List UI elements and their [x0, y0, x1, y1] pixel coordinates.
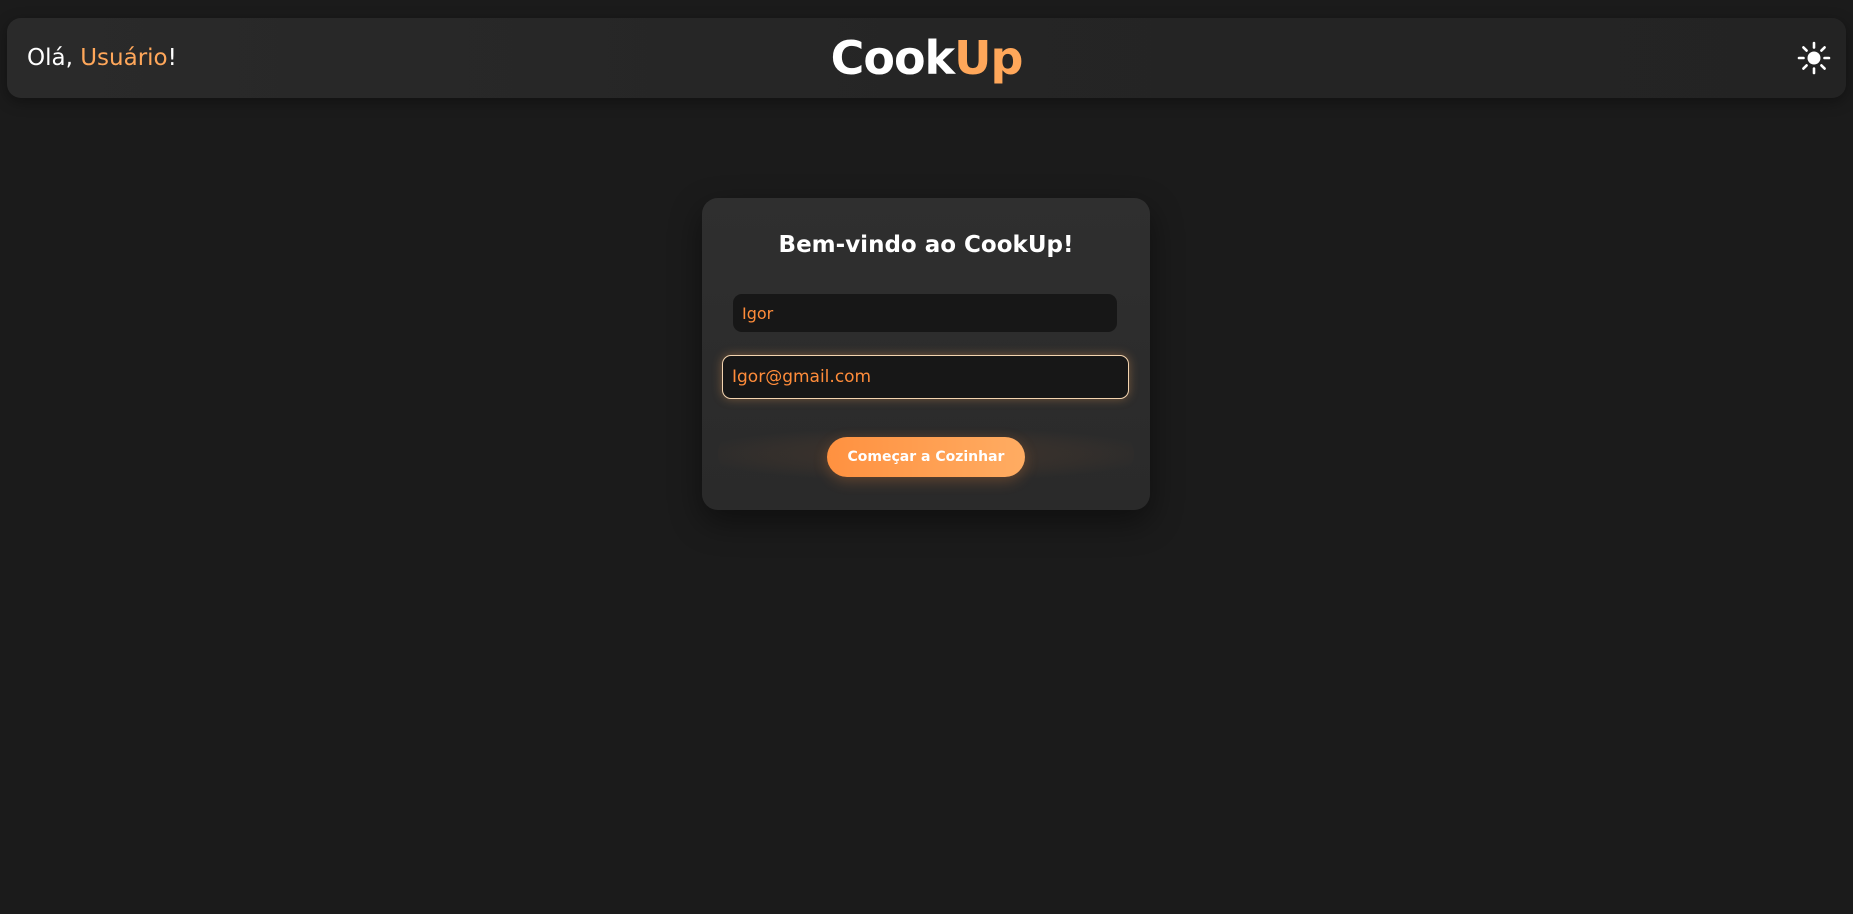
name-input[interactable]	[733, 294, 1117, 332]
email-input[interactable]	[722, 355, 1129, 399]
greeting-suffix: !	[167, 45, 177, 71]
card-title: Bem-vindo ao CookUp!	[778, 232, 1074, 258]
app-logo: CookUp	[7, 18, 1846, 98]
sun-icon	[1797, 41, 1831, 75]
logo-cook-text: Cook	[830, 31, 956, 85]
login-card: Bem-vindo ao CookUp! Começar a Cozinhar	[702, 198, 1150, 510]
start-cooking-button[interactable]: Começar a Cozinhar	[827, 437, 1025, 477]
user-greeting: Olá, Usuário!	[27, 18, 177, 98]
greeting-prefix: Olá,	[27, 45, 81, 71]
logo-up-text: Up	[954, 31, 1023, 85]
top-navbar: Olá, Usuário! CookUp	[7, 18, 1846, 98]
greeting-username: Usuário	[80, 45, 168, 71]
theme-toggle-button[interactable]	[1796, 40, 1832, 76]
